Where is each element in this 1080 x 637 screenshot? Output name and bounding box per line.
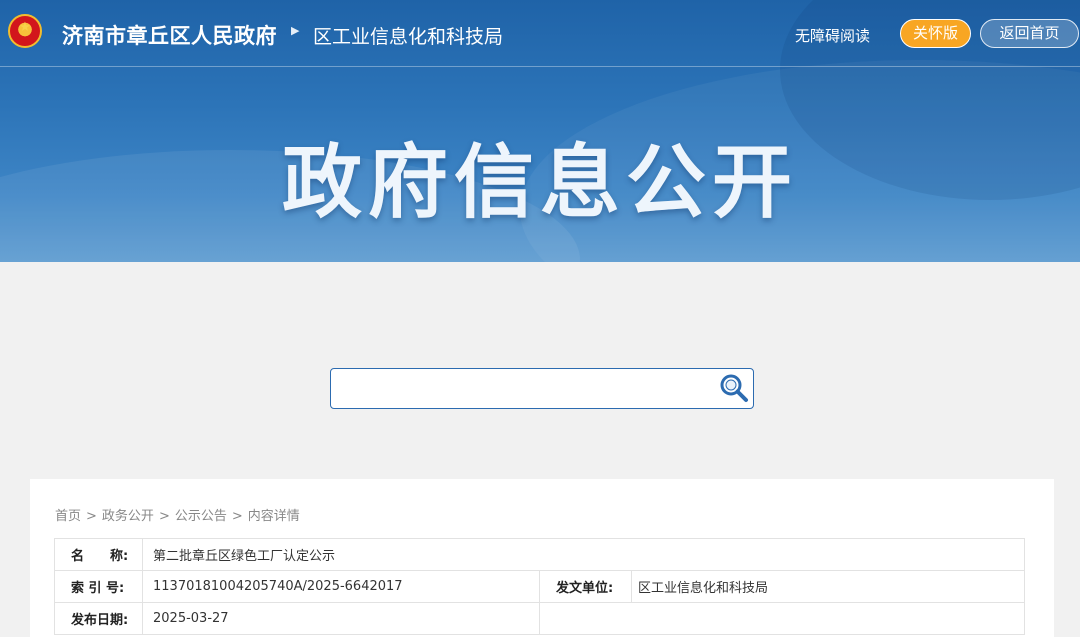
index-value: 11370181004205740A/2025-6642017 xyxy=(142,570,540,603)
table-row: 发布日期: 2025-03-27 xyxy=(54,602,1025,635)
breadcrumb: 首页 > 政务公开 > 公示公告 > 内容详情 xyxy=(55,505,300,524)
breadcrumb-item-gov-affairs[interactable]: 政务公开 xyxy=(102,509,154,524)
search-box xyxy=(330,368,754,409)
hero-banner: 济南市章丘区人民政府 ▶ 区工业信息化和科技局 无障碍阅读 关怀版 返回首页 政… xyxy=(0,0,1080,262)
top-bar: 济南市章丘区人民政府 ▶ 区工业信息化和科技局 无障碍阅读 关怀版 返回首页 xyxy=(0,0,1080,67)
accessibility-link[interactable]: 无障碍阅读 xyxy=(795,25,870,46)
empty-cell xyxy=(539,602,1025,635)
breadcrumb-item-notices[interactable]: 公示公告 xyxy=(175,509,227,524)
hero-title: 政府信息公开 xyxy=(282,136,798,229)
dept-name[interactable]: 区工业信息化和科技局 xyxy=(313,22,503,49)
breadcrumb-separator: > xyxy=(231,509,243,524)
name-value: 第二批章丘区绿色工厂认定公示 xyxy=(142,538,1025,571)
index-label: 索 引 号: xyxy=(54,570,143,603)
table-row: 名 称: 第二批章丘区绿色工厂认定公示 xyxy=(54,538,1025,571)
arrow-right-icon: ▶ xyxy=(291,24,300,37)
home-button[interactable]: 返回首页 xyxy=(980,19,1079,48)
name-label: 名 称: xyxy=(54,538,143,571)
emblem-icon xyxy=(8,14,42,48)
breadcrumb-separator: > xyxy=(86,509,97,524)
search-input[interactable] xyxy=(339,374,709,403)
date-label: 发布日期: xyxy=(54,602,143,635)
breadcrumb-item-home[interactable]: 首页 xyxy=(55,509,81,524)
issuer-label: 发文单位: xyxy=(539,570,632,603)
site-name-link[interactable]: 济南市章丘区人民政府 xyxy=(62,20,277,50)
table-row: 索 引 号: 11370181004205740A/2025-6642017 发… xyxy=(54,570,1025,603)
date-value: 2025-03-27 xyxy=(142,602,540,635)
info-table: 名 称: 第二批章丘区绿色工厂认定公示 索 引 号: 1137018100420… xyxy=(54,538,1025,635)
breadcrumb-separator: > xyxy=(158,509,170,524)
issuer-value: 区工业信息化和科技局 xyxy=(631,570,1025,603)
breadcrumb-item-detail: 内容详情 xyxy=(247,509,300,524)
search-icon[interactable] xyxy=(718,372,750,404)
care-mode-button[interactable]: 关怀版 xyxy=(900,19,971,48)
